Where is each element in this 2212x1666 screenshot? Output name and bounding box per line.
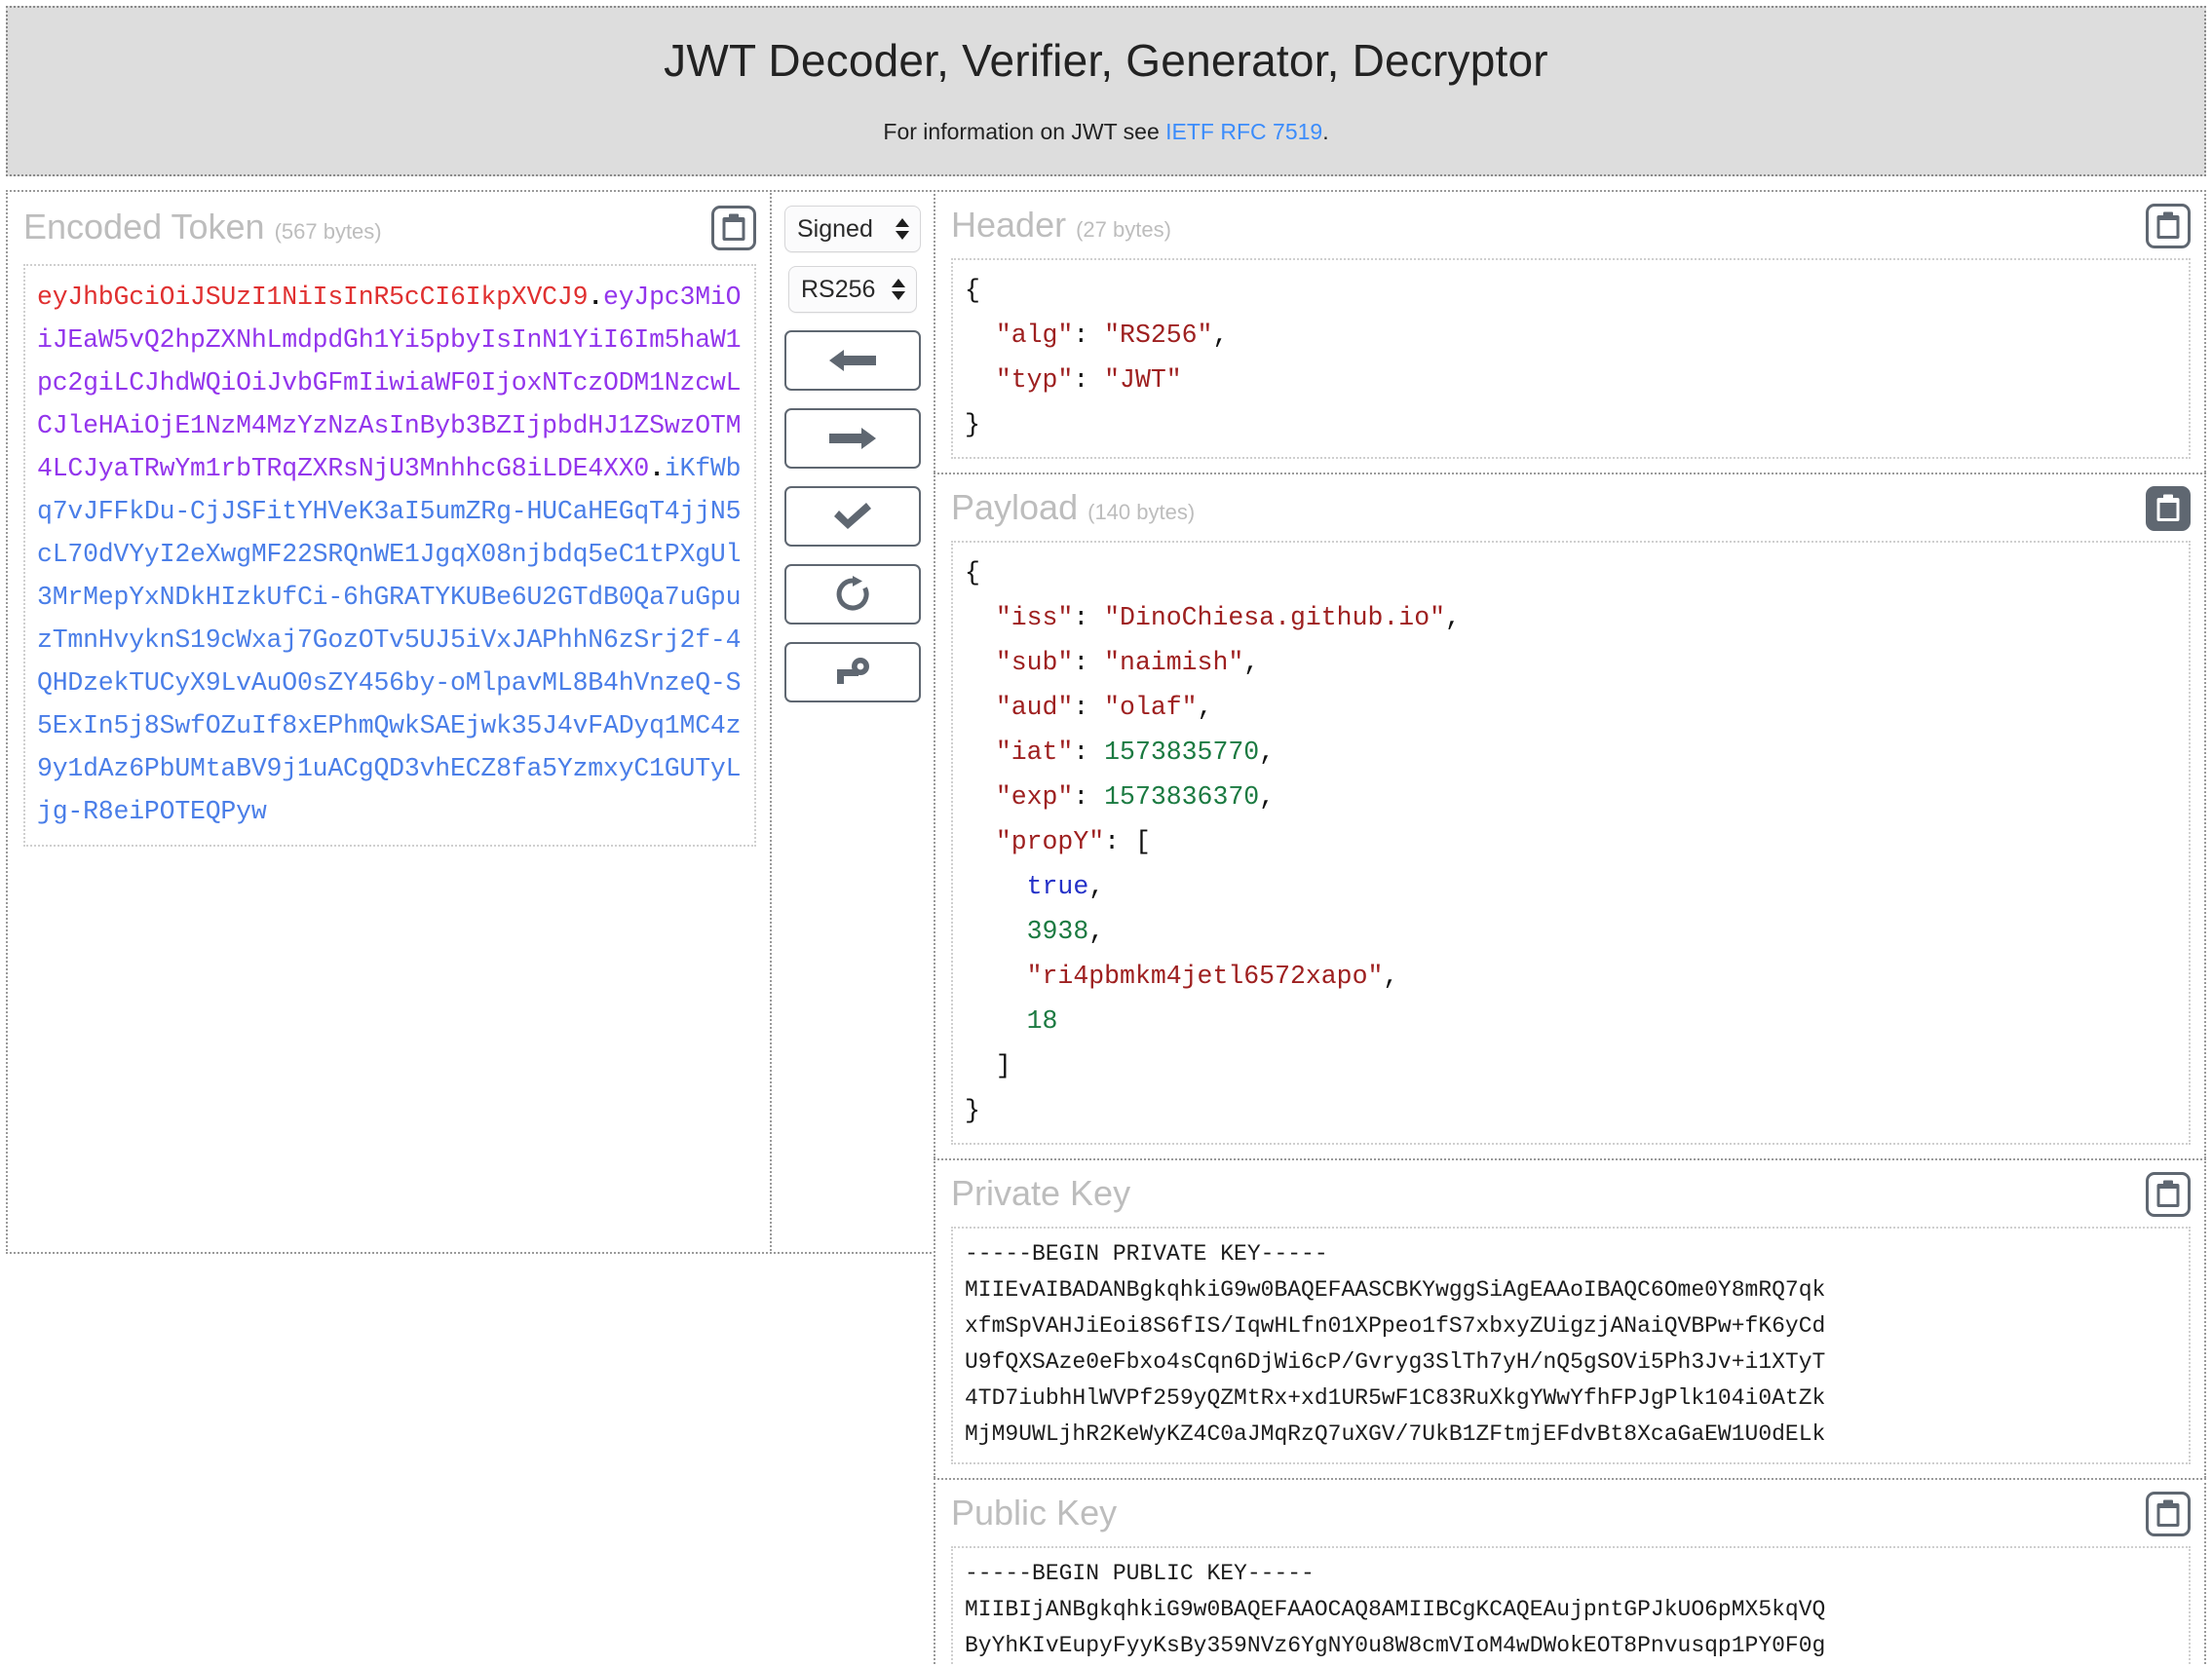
payload-panel-bytes: (140 bytes) (1087, 500, 1195, 524)
public-key-panel-head: Public Key (951, 1492, 2191, 1536)
private-key-panel: Private Key -----BEGIN PRIVATE KEY----- … (934, 1158, 2206, 1478)
private-key-panel-title: Private Key (951, 1172, 1130, 1211)
clipboard-icon (2155, 1499, 2181, 1529)
public-key-panel-title: Public Key (951, 1492, 1117, 1531)
regenerate-button[interactable] (784, 564, 921, 625)
encoded-token-title: Encoded Token (567 bytes) (23, 206, 382, 245)
encode-right-button[interactable] (784, 408, 921, 469)
payload-panel-title: Payload (140 bytes) (951, 486, 1195, 525)
clipboard-icon (2155, 1180, 2181, 1209)
header-panel-title: Header (27 bytes) (951, 204, 1171, 243)
encoded-token-bytes: (567 bytes) (275, 219, 382, 244)
private-key-label: Private Key (951, 1173, 1130, 1213)
page-title: JWT Decoder, Verifier, Generator, Decryp… (18, 33, 2194, 90)
arrow-right-icon (827, 424, 878, 453)
algorithm-select[interactable]: RS256RS384RS512HS256ES256PS256 (788, 266, 917, 313)
token-separator-1: . (588, 283, 603, 312)
copy-private-key-button[interactable] (2146, 1172, 2191, 1217)
encoded-token-header: Encoded Token (567 bytes) (23, 206, 756, 250)
public-key-panel: Public Key -----BEGIN PUBLIC KEY----- MI… (934, 1478, 2206, 1666)
private-key-panel-head: Private Key (951, 1172, 2191, 1217)
checkmark-icon (831, 500, 874, 533)
banner-subtitle-prefix: For information on JWT see (883, 119, 1165, 144)
payload-panel-label: Payload (951, 487, 1078, 527)
refresh-icon (834, 576, 871, 613)
copy-payload-button[interactable] (2146, 486, 2191, 531)
controls-column: SignedEncrypted RS256RS384RS512HS256ES25… (770, 190, 935, 1254)
token-signature-segment: iKfWbq7vJFFkDu-CjJSFitYHVeK3aI5umZRg-HUC… (37, 454, 741, 826)
mode-select[interactable]: SignedEncrypted (784, 206, 921, 252)
copy-header-button[interactable] (2146, 204, 2191, 248)
decode-left-button[interactable] (784, 330, 921, 391)
payload-json-content[interactable]: { "iss": "DinoChiesa.github.io", "sub": … (951, 541, 2191, 1145)
page-banner: JWT Decoder, Verifier, Generator, Decryp… (6, 6, 2206, 176)
encoded-token-textarea[interactable]: eyJhbGciOiJSUzI1NiIsInR5cCI6IkpXVCJ9.eyJ… (23, 264, 756, 847)
clipboard-icon (2155, 211, 2181, 241)
copy-encoded-token-button[interactable] (711, 206, 756, 250)
output-column: Header (27 bytes) { "alg": "RS256", "typ… (934, 190, 2206, 1666)
clipboard-icon (2155, 494, 2181, 523)
public-key-label: Public Key (951, 1493, 1117, 1533)
header-panel: Header (27 bytes) { "alg": "RS256", "typ… (934, 190, 2206, 473)
token-header-segment: eyJhbGciOiJSUzI1NiIsInR5cCI6IkpXVCJ9 (37, 283, 588, 312)
encoded-token-panel: Encoded Token (567 bytes) eyJhbGciOiJSUz… (6, 190, 772, 1254)
header-panel-label: Header (951, 205, 1066, 245)
encoded-token-label: Encoded Token (23, 207, 265, 246)
token-payload-segment: eyJpc3MiOiJEaW5vQ2hpZXNhLmdpdGh1Yi5pbyIs… (37, 283, 741, 483)
generate-key-button[interactable] (784, 642, 921, 702)
key-icon (833, 656, 872, 689)
copy-public-key-button[interactable] (2146, 1492, 2191, 1536)
banner-subtitle-suffix: . (1322, 119, 1328, 144)
arrow-left-icon (827, 346, 878, 375)
payload-panel-head: Payload (140 bytes) (951, 486, 2191, 531)
private-key-content[interactable]: -----BEGIN PRIVATE KEY----- MIIEvAIBADAN… (951, 1227, 2191, 1464)
token-separator-2: . (649, 454, 665, 483)
payload-panel: Payload (140 bytes) { "iss": "DinoChiesa… (934, 473, 2206, 1158)
ietf-rfc-link[interactable]: IETF RFC 7519 (1165, 119, 1322, 144)
header-panel-bytes: (27 bytes) (1076, 217, 1171, 242)
verify-button[interactable] (784, 486, 921, 547)
header-json-content[interactable]: { "alg": "RS256", "typ": "JWT"} (951, 258, 2191, 459)
main-area: Encoded Token (567 bytes) eyJhbGciOiJSUz… (0, 176, 2212, 1666)
header-panel-head: Header (27 bytes) (951, 204, 2191, 248)
banner-subtitle: For information on JWT see IETF RFC 7519… (18, 119, 2194, 145)
algorithm-select-wrapper: RS256RS384RS512HS256ES256PS256 (788, 266, 917, 313)
clipboard-icon (721, 213, 746, 243)
mode-select-wrapper: SignedEncrypted (784, 206, 921, 252)
public-key-content[interactable]: -----BEGIN PUBLIC KEY----- MIIBIjANBgkqh… (951, 1546, 2191, 1666)
